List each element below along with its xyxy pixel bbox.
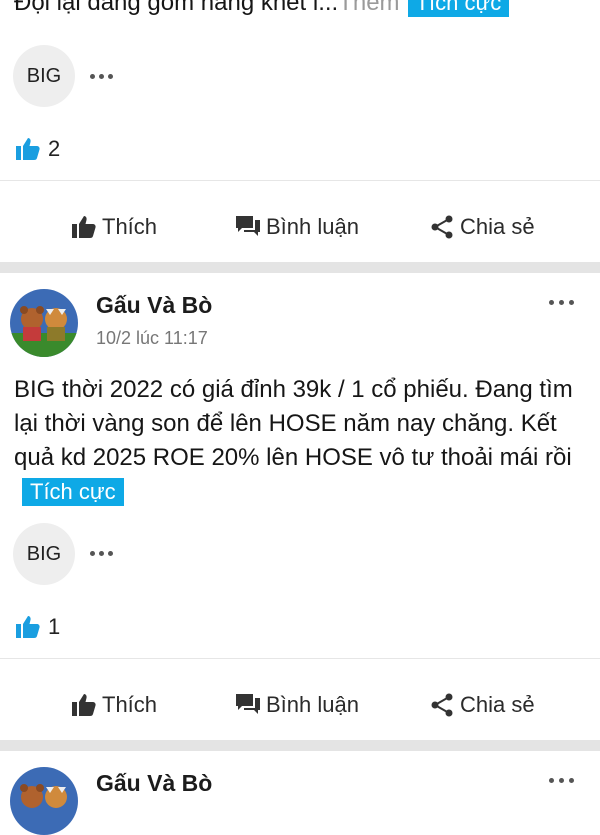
comment-icon bbox=[236, 694, 260, 714]
bear-bull-avatar-image bbox=[10, 767, 78, 835]
see-more-link[interactable]: Thêm bbox=[338, 0, 399, 16]
post-text-truncated: Đội lại đang gom hàng khét l...Thêm Tích … bbox=[14, 0, 594, 20]
share-button[interactable]: Chia sẻ bbox=[430, 214, 535, 240]
post-options-icon[interactable] bbox=[549, 300, 574, 305]
sentiment-tag[interactable]: Tích cực bbox=[22, 478, 124, 506]
thumbs-up-outline-icon bbox=[72, 216, 96, 238]
comment-button[interactable]: Bình luận bbox=[236, 692, 359, 718]
more-icon[interactable] bbox=[90, 551, 113, 556]
like-count[interactable]: 1 bbox=[16, 614, 60, 640]
stock-chip-big[interactable]: BIG bbox=[13, 523, 75, 585]
more-icon[interactable] bbox=[90, 74, 113, 79]
thumbs-up-icon bbox=[16, 138, 40, 160]
like-button[interactable]: Thích bbox=[72, 692, 157, 718]
author-name[interactable]: Gấu Và Bò bbox=[96, 770, 212, 797]
comment-button[interactable]: Bình luận bbox=[236, 214, 359, 240]
post-body: BIG thời 2022 có giá đỉnh 39k / 1 cổ phi… bbox=[14, 376, 573, 506]
bear-bull-avatar-image bbox=[10, 289, 78, 357]
comment-icon bbox=[236, 216, 260, 236]
post-options-icon[interactable] bbox=[549, 778, 574, 783]
share-icon bbox=[431, 693, 453, 717]
stock-chip-big[interactable]: BIG bbox=[13, 45, 75, 107]
thumbs-up-icon bbox=[16, 616, 40, 638]
author-name[interactable]: Gấu Và Bò bbox=[96, 292, 212, 319]
post-actions: Thích Bình luận Chia sẻ bbox=[0, 200, 600, 260]
post-timestamp: 10/2 lúc 11:17 bbox=[96, 328, 208, 348]
like-button[interactable]: Thích bbox=[72, 214, 157, 240]
author-avatar[interactable] bbox=[10, 289, 78, 357]
thumbs-up-outline-icon bbox=[72, 694, 96, 716]
share-icon bbox=[431, 215, 453, 239]
like-count[interactable]: 2 bbox=[16, 136, 60, 162]
author-avatar[interactable] bbox=[10, 767, 78, 835]
sentiment-tag[interactable]: Tích cực bbox=[407, 0, 510, 17]
share-button[interactable]: Chia sẻ bbox=[430, 692, 535, 718]
post-actions: Thích Bình luận Chia sẻ bbox=[0, 678, 600, 738]
